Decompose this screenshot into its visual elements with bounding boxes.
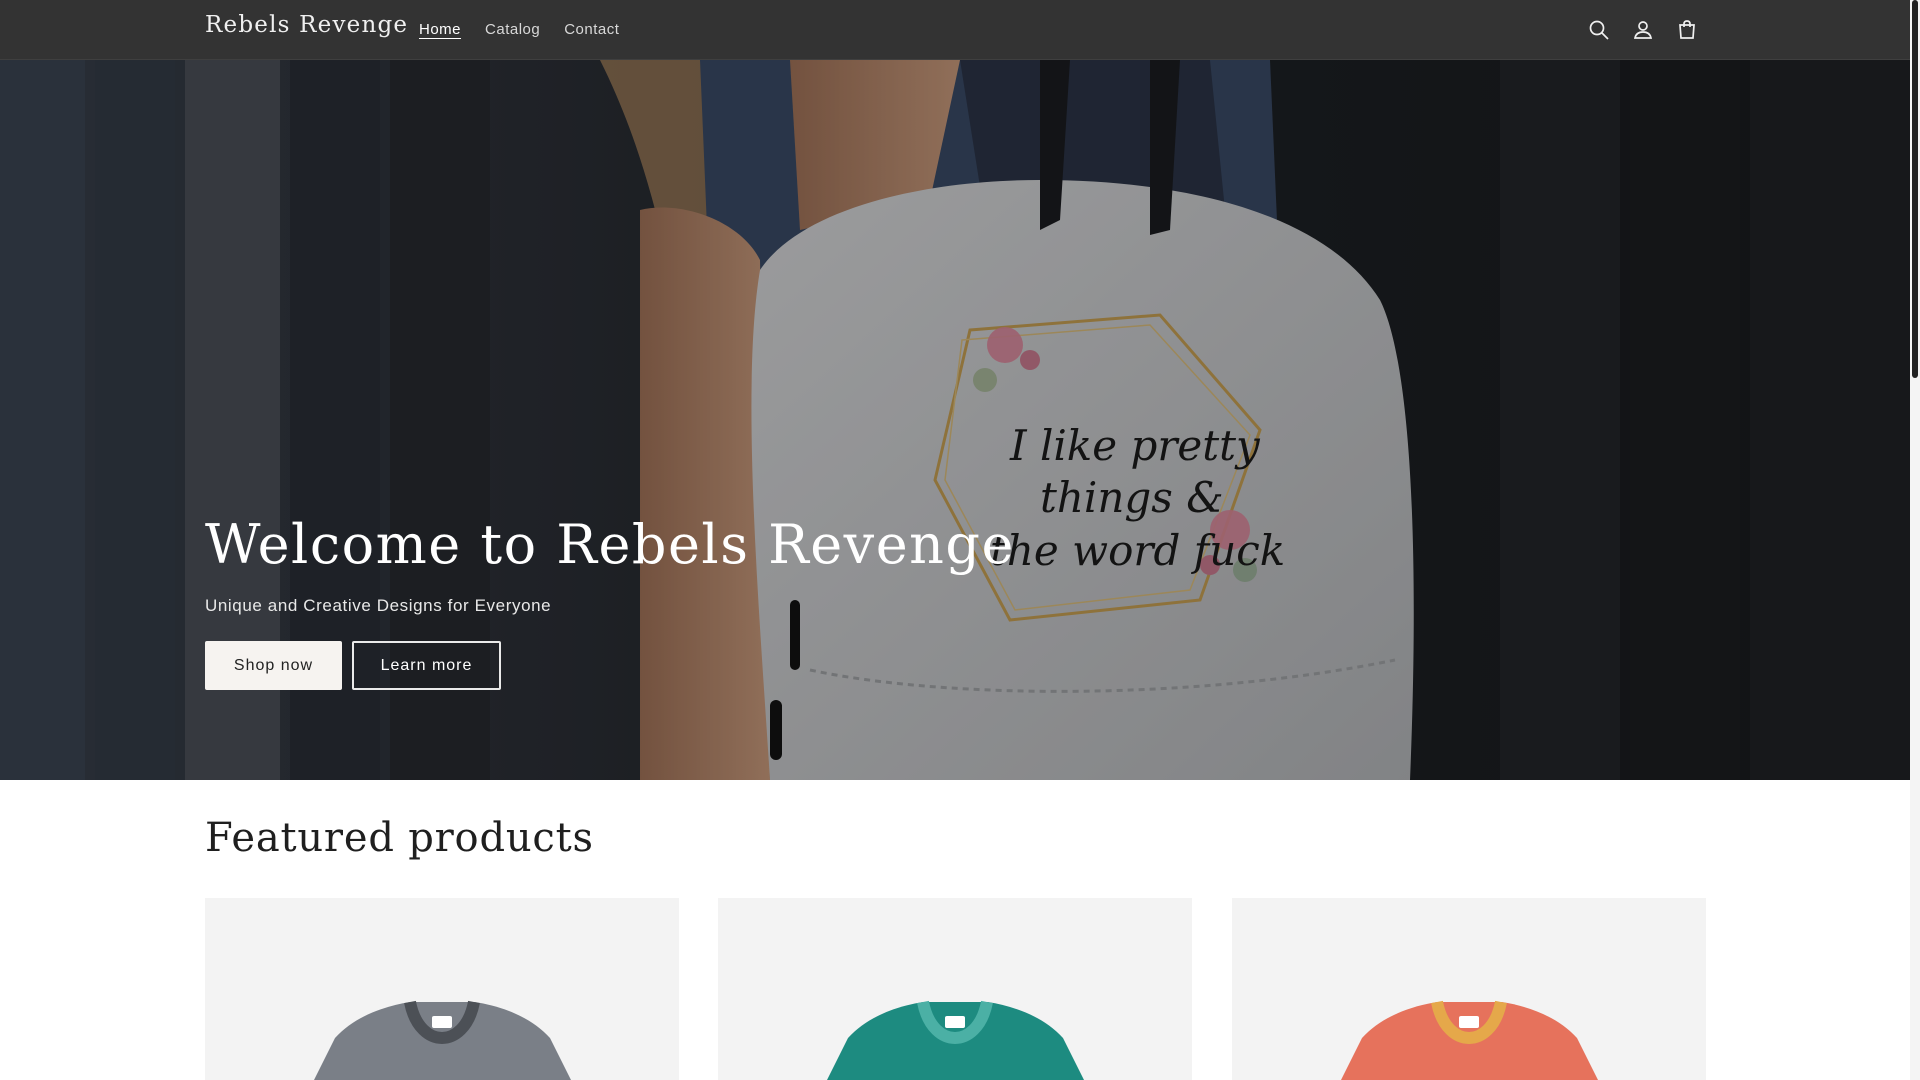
product-card[interactable] bbox=[1232, 898, 1706, 1080]
product-card[interactable] bbox=[205, 898, 679, 1080]
page: Rebels Revenge Home Catalog Contact I li… bbox=[0, 0, 1920, 1080]
hero-title: Welcome to Rebels Revenge bbox=[205, 513, 1015, 576]
cart-button[interactable] bbox=[1671, 14, 1703, 46]
hero-banner: I like pretty things & the word fuck Wel… bbox=[0, 60, 1910, 780]
learn-more-button[interactable]: Learn more bbox=[352, 641, 501, 690]
header-actions bbox=[1583, 14, 1703, 46]
hero-subtitle: Unique and Creative Designs for Everyone bbox=[205, 596, 552, 615]
cart-icon bbox=[1679, 20, 1695, 39]
shop-now-button[interactable]: Shop now bbox=[205, 641, 342, 690]
nav-catalog[interactable]: Catalog bbox=[473, 0, 552, 60]
main-nav: Home Catalog Contact bbox=[407, 0, 631, 60]
tshirt-coral-image bbox=[1341, 1000, 1598, 1080]
scrollbar-thumb[interactable] bbox=[1912, 0, 1918, 378]
featured-title: Featured products bbox=[205, 815, 594, 861]
site-header: Rebels Revenge Home Catalog Contact bbox=[0, 0, 1910, 60]
nav-contact[interactable]: Contact bbox=[552, 0, 631, 60]
account-button[interactable] bbox=[1627, 14, 1659, 46]
search-button[interactable] bbox=[1583, 14, 1615, 46]
store-logo[interactable]: Rebels Revenge bbox=[205, 12, 408, 38]
product-card[interactable] bbox=[718, 898, 1192, 1080]
account-icon bbox=[1633, 21, 1653, 39]
tshirt-teal-image bbox=[827, 1000, 1084, 1080]
search-icon bbox=[1589, 20, 1609, 40]
tshirt-gray-image bbox=[314, 1000, 571, 1080]
nav-home[interactable]: Home bbox=[407, 0, 473, 60]
vertical-scrollbar[interactable] bbox=[1910, 0, 1920, 1080]
